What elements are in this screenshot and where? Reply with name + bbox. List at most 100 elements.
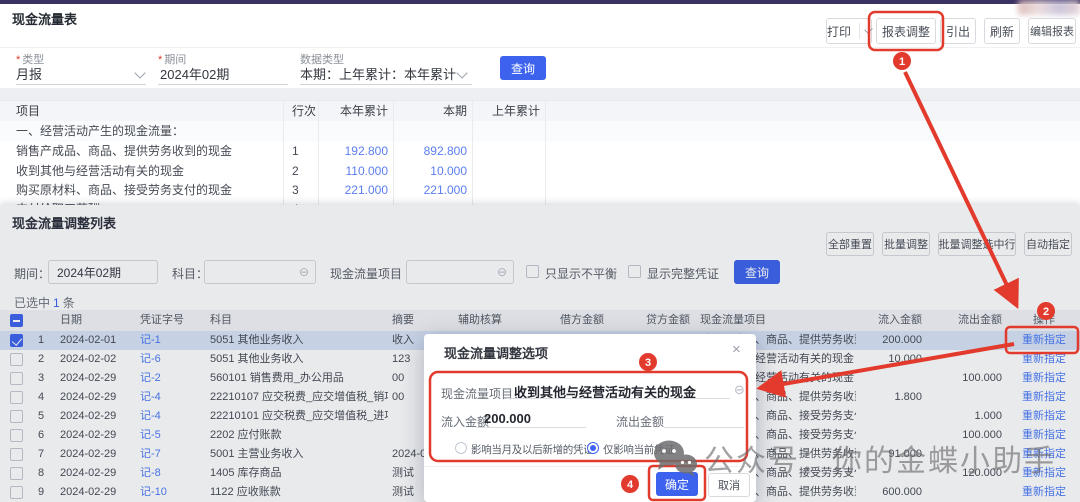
field-underline (16, 84, 146, 85)
row-checkbox[interactable] (10, 410, 23, 423)
report-adjust-button[interactable]: 报表调整 (876, 18, 936, 44)
auto-assign-button[interactable]: 自动指定 (1024, 232, 1072, 256)
table-row[interactable]: 收到其他与经营活动有关的现金 2 110.000 10.000 (0, 161, 1080, 182)
refresh-button[interactable]: 刷新 (984, 18, 1020, 44)
export-button[interactable]: 引出 (940, 18, 976, 44)
table-row[interactable]: 销售产成品、商品、提供劳务收到的现金 1 192.800 892.800 (0, 141, 1080, 162)
voucher-link[interactable]: 记-4 (140, 407, 161, 426)
radio-affect-future-label: 影响当月及以后新增的凭证 (471, 442, 593, 457)
grid-line (545, 100, 546, 205)
row-checkbox[interactable] (10, 429, 23, 442)
reassign-link[interactable]: 重新指定 (1008, 369, 1080, 388)
row-checkbox[interactable] (10, 353, 23, 366)
circle-minus-icon[interactable]: ⊖ (734, 382, 745, 398)
select-all-checkbox[interactable] (10, 314, 23, 327)
dialog-footer-divider (424, 466, 756, 467)
voucher-link[interactable]: 记-7 (140, 445, 161, 464)
voucher-link[interactable]: 记-6 (140, 350, 161, 369)
show-complete-voucher-checkbox[interactable] (628, 265, 641, 278)
table-row[interactable]: 购买原材料、商品、接受劳务支付的现金 3 221.000 221.000 (0, 180, 1080, 201)
chevron-down-icon[interactable] (134, 67, 145, 78)
reassign-link[interactable]: 重新指定 (1008, 350, 1080, 369)
field-underline (158, 84, 288, 85)
row-checkbox[interactable] (10, 467, 23, 480)
reassign-link[interactable]: 重新指定 (1008, 331, 1080, 350)
step-badge-1: 1 (893, 52, 911, 70)
grid-line (318, 100, 319, 205)
voucher-link[interactable]: 记-10 (140, 483, 167, 502)
reassign-link[interactable]: 重新指定 (1008, 426, 1080, 445)
field-underline (664, 427, 744, 428)
dialog-cf-item-label: 现金流量项目： (441, 385, 525, 402)
chevron-down-icon[interactable] (456, 67, 467, 78)
circle-minus-icon[interactable]: ⊖ (497, 266, 507, 278)
query-button[interactable]: 查询 (500, 56, 546, 80)
reassign-link[interactable]: 重新指定 (1008, 464, 1080, 483)
blurred-user-info (1018, 0, 1080, 15)
svg-text:1: 1 (899, 56, 905, 68)
table-row[interactable]: 一、经营活动产生的现金流量： (0, 121, 1080, 142)
row-checkbox[interactable] (10, 486, 23, 499)
report-table-header: 项目 行次 本年累计 本期 上年累计 (0, 100, 1080, 123)
radio-current-only-label: 仅影响当前凭证 (603, 442, 674, 457)
cashflow-adjust-options-dialog: 现金流量调整选项 × 现金流量项目： 收到其他与经营活动有关的现金 ⊖ 流入金额… (424, 334, 756, 502)
row-checkbox[interactable] (10, 448, 23, 461)
reset-all-button[interactable]: 全部重置 (826, 232, 874, 256)
section-separator (0, 88, 1080, 100)
filter-cf-item-label: 现金流量项目 (330, 265, 402, 282)
period-input[interactable]: 2024年02期 (160, 64, 229, 83)
grid-header: 日期 凭证字号 科目 摘要 辅助核算 借方金额 贷方金额 现金流量项目 流入金额… (0, 310, 1080, 332)
only-unbalanced-checkbox[interactable] (526, 265, 539, 278)
data-type-select[interactable]: 本期：上年累计：本年累计 (300, 64, 456, 83)
filter-account-input[interactable]: ⊖ (204, 260, 316, 284)
only-unbalanced-label: 只显示不平衡 (545, 265, 617, 282)
show-complete-voucher-label: 显示完整凭证 (647, 265, 719, 282)
field-underline (506, 398, 730, 399)
page-title: 现金流量表 (12, 9, 77, 28)
filter-period-input[interactable]: 2024年02期 (48, 260, 158, 284)
print-button[interactable]: 打印 (826, 18, 872, 44)
chevron-down-icon[interactable] (864, 25, 873, 34)
batch-adjust-selected-button[interactable]: 批量调整选中行 (938, 232, 1016, 256)
circle-minus-icon[interactable]: ⊖ (299, 266, 309, 278)
row-checkbox[interactable] (10, 391, 23, 404)
radio-current-only[interactable] (587, 442, 599, 454)
reassign-link[interactable]: 重新指定 (1008, 407, 1080, 426)
grid-line (472, 100, 473, 205)
filter-account-label: 科目： (172, 265, 208, 282)
radio-affect-future[interactable] (455, 442, 467, 454)
row-checkbox[interactable] (10, 372, 23, 385)
grid-line (283, 100, 284, 205)
reassign-link[interactable]: 重新指定 (1008, 388, 1080, 407)
col-line: 行次 (292, 101, 316, 122)
voucher-link[interactable]: 记-4 (140, 388, 161, 407)
col-current: 本期 (398, 101, 467, 122)
dialog-outflow-label: 流出金额 (616, 413, 664, 430)
voucher-link[interactable]: 记-5 (140, 426, 161, 445)
col-ytd: 本年累计 (318, 101, 388, 122)
field-underline (476, 427, 586, 428)
voucher-link[interactable]: 记-8 (140, 464, 161, 483)
selection-info: 已选中1条 (14, 294, 75, 311)
panel-query-button[interactable]: 查询 (734, 260, 780, 284)
dialog-inflow-input[interactable]: 200.000 (484, 411, 531, 426)
panel-title: 现金流量调整列表 (12, 213, 116, 232)
reassign-link[interactable]: 重新指定 (1008, 445, 1080, 464)
print-button-label: 打印 (827, 23, 851, 40)
top-accent-bar (0, 0, 1080, 4)
col-prev-ytd: 上年累计 (472, 101, 540, 122)
voucher-link[interactable]: 记-1 (140, 331, 161, 350)
batch-adjust-button[interactable]: 批量调整 (882, 232, 930, 256)
edit-report-button[interactable]: 编辑报表 (1028, 18, 1076, 44)
close-icon[interactable]: × (732, 341, 741, 358)
voucher-link[interactable]: 记-2 (140, 369, 161, 388)
row-checkbox[interactable] (10, 334, 23, 347)
ok-button[interactable]: 确定 (656, 472, 698, 496)
filter-cf-item-input[interactable]: ⊖ (406, 260, 514, 284)
col-item: 项目 (16, 101, 40, 122)
reassign-link[interactable]: 重新指定 (1008, 483, 1080, 502)
dialog-title: 现金流量调整选项 (444, 343, 548, 362)
field-underline (300, 84, 472, 85)
cancel-button[interactable]: 取消 (708, 473, 750, 497)
type-select[interactable]: 月报 (16, 64, 42, 83)
